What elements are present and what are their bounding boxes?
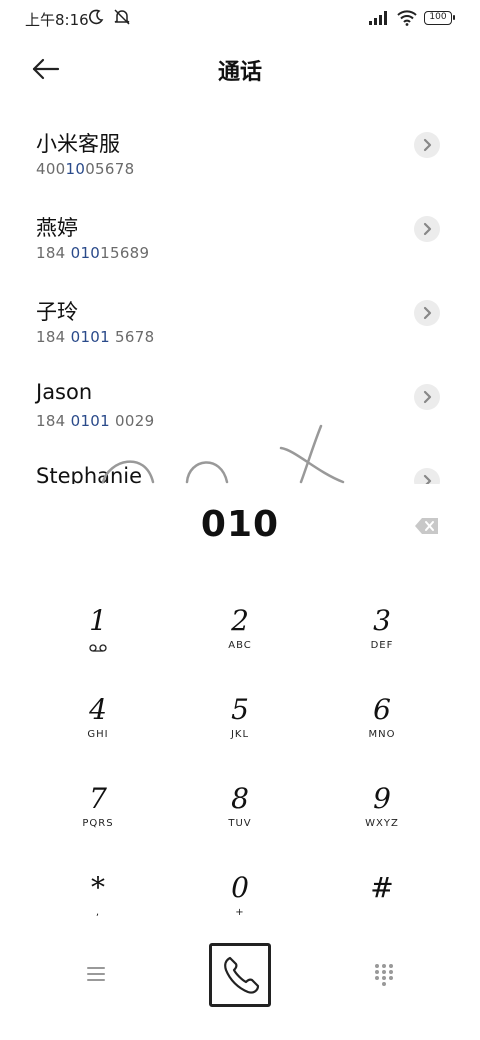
mute-icon <box>114 9 130 25</box>
chevron-right-icon <box>423 390 432 404</box>
signal-icon <box>369 11 387 25</box>
dialpad-icon <box>375 964 393 986</box>
voicemail-icon <box>89 644 107 652</box>
call-button[interactable] <box>209 943 271 1007</box>
key-3[interactable]: 3 DEF <box>322 604 442 674</box>
key-9[interactable]: 9 WXYZ <box>322 782 442 852</box>
menu-button[interactable] <box>84 964 108 984</box>
dial-input[interactable]: 010 <box>0 504 480 545</box>
key-4[interactable]: 4 GHI <box>38 693 158 763</box>
chevron-right-icon <box>423 474 432 484</box>
contact-detail-button[interactable] <box>414 384 440 410</box>
contact-detail-button[interactable] <box>414 216 440 242</box>
contact-name: 子玲 <box>36 300 78 324</box>
contact-number: 184 01015689 <box>36 244 150 262</box>
key-0[interactable]: 0 + <box>180 871 300 941</box>
contact-number: 184 0101 5678 <box>36 328 155 346</box>
page-title: 通话 <box>217 60 262 85</box>
phone-icon <box>224 956 260 994</box>
dialpad-toggle-button[interactable] <box>372 962 396 986</box>
chevron-right-icon <box>423 138 432 152</box>
menu-icon <box>87 967 105 981</box>
bottom-bar <box>0 940 480 1010</box>
contact-item[interactable]: 子玲 184 0101 5678 <box>0 280 480 364</box>
key-1[interactable]: 1 <box>38 604 158 674</box>
contact-name: 燕婷 <box>36 216 78 240</box>
key-8[interactable]: 8 TUV <box>180 782 300 852</box>
contact-detail-button[interactable] <box>414 132 440 158</box>
contact-name: Jason <box>36 380 93 404</box>
contact-item[interactable]: 燕婷 184 01015689 <box>0 196 480 280</box>
dial-display: 010 <box>0 500 480 556</box>
handwriting-doodle <box>101 424 345 484</box>
key-star[interactable]: * , <box>38 871 158 941</box>
backspace-button[interactable] <box>414 516 440 536</box>
key-7[interactable]: 7 PQRS <box>38 782 158 852</box>
key-6[interactable]: 6 MNO <box>322 693 442 763</box>
wifi-icon <box>397 10 417 26</box>
chevron-right-icon <box>423 222 432 236</box>
contact-number: 4001005678 <box>36 160 135 178</box>
key-hash[interactable]: # <box>322 871 442 941</box>
status-bar: 上午8:16 100 <box>0 0 480 40</box>
contact-detail-button[interactable] <box>414 300 440 326</box>
contact-item[interactable]: 小米客服 4001005678 <box>0 112 480 196</box>
battery-icon: 100 <box>424 11 455 25</box>
key-5[interactable]: 5 JKL <box>180 693 300 763</box>
key-2[interactable]: 2 ABC <box>180 604 300 674</box>
moon-icon <box>89 9 104 25</box>
chevron-right-icon <box>423 306 432 320</box>
contact-detail-button[interactable] <box>414 468 440 484</box>
status-time: 上午8:16 <box>25 11 89 29</box>
header: 通话 <box>0 48 480 92</box>
backspace-icon <box>415 518 438 534</box>
contact-name: 小米客服 <box>36 132 120 156</box>
